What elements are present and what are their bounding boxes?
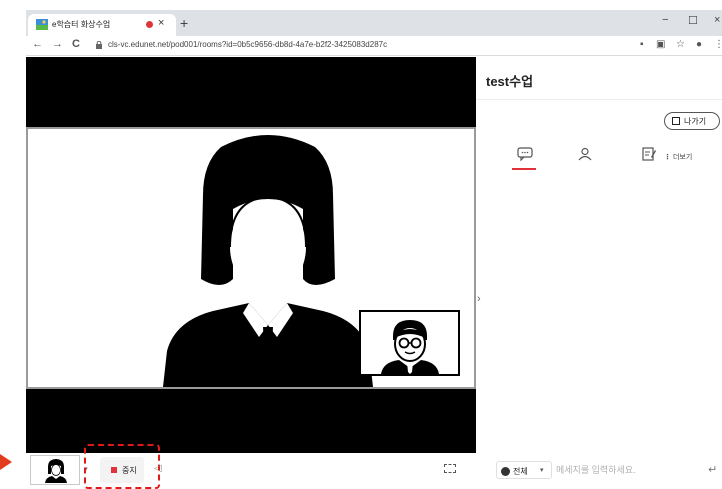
side-panel: › test수업 나가기 ⋮ 더보기 전체 ▾ 메세지를 입력하세요. ↵ — [476, 57, 722, 489]
page: e학습터 화상수업 × + − ☐ × ← → C cls-vc.edunet.… — [0, 0, 722, 489]
site-favicon-icon — [36, 19, 48, 30]
minimize-button[interactable]: − — [662, 14, 668, 26]
forward-button[interactable]: → — [52, 38, 63, 50]
panel-divider — [476, 99, 722, 100]
address-bar-row: ← → C cls-vc.edunet.net/pod001/rooms?id=… — [26, 36, 722, 56]
profile-icon[interactable]: ● — [696, 39, 702, 50]
more-dots-icon: ⋮ — [664, 154, 671, 161]
reload-button[interactable]: C — [72, 38, 80, 50]
browser-tab-strip: e학습터 화상수업 × + − ☐ × — [26, 10, 722, 36]
back-button[interactable]: ← — [32, 38, 43, 50]
bookmark-star-icon[interactable]: ☆ — [676, 39, 685, 50]
new-tab-button[interactable]: + — [180, 16, 188, 30]
room-title: test수업 — [486, 74, 534, 89]
chat-icon — [517, 147, 533, 161]
volume-icon[interactable]: ◁ — [154, 463, 162, 474]
video-toolbar: ▾ 중지 ◁ — [26, 444, 476, 489]
exit-icon — [672, 117, 680, 125]
target-value: 전체 — [513, 467, 528, 476]
person-icon — [578, 147, 592, 161]
collapse-panel-icon[interactable]: › — [477, 293, 481, 305]
browser-menu-icon[interactable]: ⋮ — [714, 39, 722, 50]
tab-notes[interactable] — [634, 147, 664, 171]
exit-button[interactable]: 나가기 — [664, 112, 720, 130]
lock-icon — [96, 41, 102, 49]
main-video-tile[interactable] — [26, 127, 476, 389]
self-camera-thumbnail[interactable] — [30, 455, 80, 485]
female-teacher-avatar-icon — [45, 459, 67, 483]
recording-indicator-icon — [146, 21, 153, 28]
edit-note-icon — [642, 147, 656, 161]
screen-share-icon[interactable] — [444, 464, 456, 473]
send-icon[interactable]: ↵ — [708, 463, 717, 476]
exit-label: 나가기 — [684, 117, 707, 126]
active-tab-indicator — [512, 168, 536, 170]
browser-tab[interactable]: e학습터 화상수업 × — [28, 14, 176, 36]
person-icon — [501, 467, 510, 476]
more-menu-button[interactable]: ⋮ 더보기 — [664, 152, 692, 162]
female-teacher-avatar-icon — [163, 135, 373, 387]
more-label: 더보기 — [672, 154, 693, 161]
male-student-avatar-icon — [381, 320, 439, 374]
url-text[interactable]: cls-vc.edunet.net/pod001/rooms?id=0b5c96… — [108, 40, 387, 49]
message-input[interactable] — [556, 460, 696, 480]
maximize-button[interactable]: ☐ — [688, 14, 698, 27]
highlight-dashed-box — [84, 444, 160, 489]
video-stage — [26, 57, 476, 453]
camera-indicator-icon[interactable]: ▪ — [640, 39, 644, 50]
self-view-pip-tile[interactable] — [359, 310, 460, 376]
target-select[interactable]: 전체 ▾ — [496, 461, 552, 479]
window-close-button[interactable]: × — [714, 14, 720, 26]
translate-icon[interactable]: ▣ — [656, 39, 665, 50]
tab-title: e학습터 화상수업 — [52, 20, 111, 29]
tab-close-icon[interactable]: × — [158, 17, 164, 29]
chevron-down-icon: ▾ — [540, 467, 544, 474]
tab-participants[interactable] — [570, 147, 600, 171]
pointer-arrow-marker — [0, 454, 12, 470]
